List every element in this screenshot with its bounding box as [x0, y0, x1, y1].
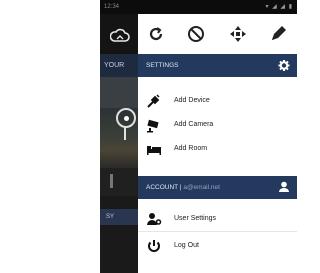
settings-header-label: SETTINGS	[146, 62, 179, 69]
menu-item-label: Add Room	[174, 145, 208, 152]
menu-item-add-device[interactable]: Add Device	[138, 89, 297, 113]
navigation-drawer: SETTINGS Add Device Add Camera Add Room …	[138, 14, 297, 273]
pin-stem	[124, 126, 126, 140]
user-icon[interactable]	[277, 176, 291, 199]
status-bar: 12:34 ▾ ◢ ◢ ▮	[100, 0, 297, 14]
background-marker	[110, 174, 113, 188]
menu-item-label: User Settings	[174, 215, 217, 222]
status-icons: ▾ ◢ ◢ ▮	[265, 4, 293, 10]
menu-item-label: Log Out	[174, 242, 199, 249]
location-pin-icon[interactable]	[116, 108, 136, 128]
user-settings-icon	[147, 213, 162, 225]
background-tab[interactable]: YOUR	[100, 54, 138, 77]
status-time: 12:34	[104, 4, 120, 10]
camera-icon	[147, 119, 159, 133]
menu-item-user-settings[interactable]: User Settings	[138, 207, 297, 231]
refresh-icon[interactable]	[146, 24, 166, 44]
background-toolbar	[100, 14, 138, 54]
pin-dot	[124, 116, 129, 121]
background-panel	[100, 77, 138, 108]
plug-icon	[147, 94, 160, 108]
phone-screen: 12:34 ▾ ◢ ◢ ▮ YOUR SY SETTINGS Add Devic…	[100, 0, 297, 273]
menu-item-log-out[interactable]: Log Out	[138, 234, 297, 258]
cloud-home-icon[interactable]	[110, 28, 130, 46]
menu-item-label: Add Device	[174, 97, 210, 104]
settings-header: SETTINGS	[138, 54, 297, 77]
block-icon[interactable]	[186, 24, 206, 44]
background-bottom-row: SY	[100, 209, 138, 225]
edit-icon[interactable]	[268, 24, 288, 44]
gear-icon[interactable]	[277, 54, 291, 77]
menu-item-label: Add Camera	[174, 121, 214, 128]
drawer-toolbar	[138, 14, 297, 54]
account-header: ACCOUNT | a@email.net	[138, 176, 297, 199]
power-icon	[148, 240, 160, 252]
account-email: a@email.net	[183, 184, 220, 191]
background-row	[100, 168, 138, 196]
move-icon[interactable]	[228, 24, 248, 44]
account-header-label: ACCOUNT |	[146, 184, 182, 191]
menu-item-add-room[interactable]: Add Room	[138, 137, 297, 161]
background-app-strip: YOUR SY	[100, 14, 138, 273]
bed-icon	[147, 146, 161, 155]
menu-item-add-camera[interactable]: Add Camera	[138, 113, 297, 137]
divider	[138, 231, 297, 232]
